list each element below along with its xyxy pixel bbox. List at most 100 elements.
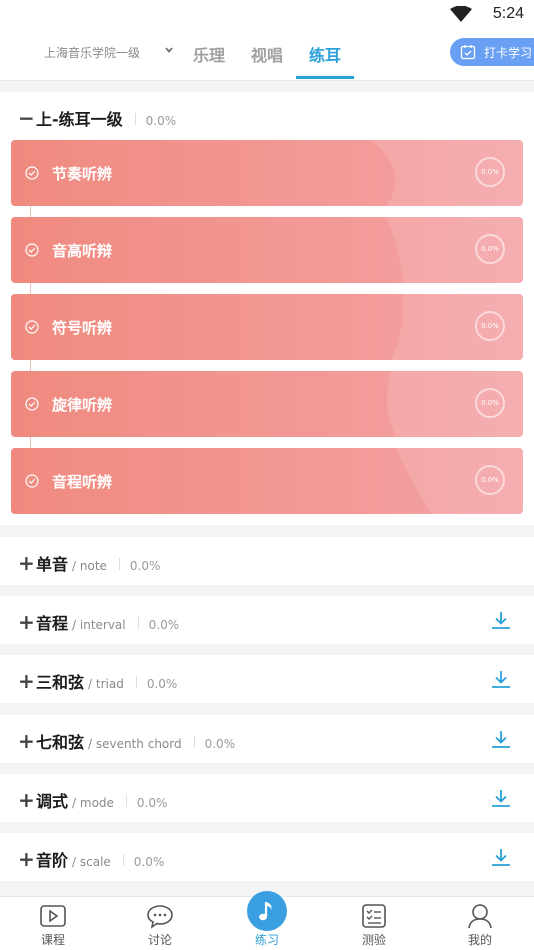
practice-fab [247, 891, 287, 931]
section-card-triad[interactable]: + 三和弦 / triad 0.0% [0, 655, 534, 703]
check-circle-icon [25, 243, 39, 257]
check-circle-icon [25, 166, 39, 180]
section-subtitle: / note [72, 559, 107, 573]
nav-label: 练习 [254, 933, 279, 947]
section-subtitle: / scale [72, 855, 111, 869]
section-card-mode[interactable]: + 调式 / mode 0.0% [0, 774, 534, 822]
item-label: 音高听辩 [52, 242, 113, 260]
section-header[interactable]: + 单音 / note 0.0% [18, 551, 160, 575]
wifi-icon [450, 6, 472, 22]
item-label: 节奏听辨 [52, 165, 113, 183]
section-subtitle: / interval [72, 618, 126, 632]
divider [122, 854, 124, 866]
section-header[interactable]: + 音程 / interval 0.0% [18, 610, 179, 634]
user-icon [468, 904, 492, 929]
section-header[interactable]: + 调式 / mode 0.0% [18, 788, 167, 812]
section-subtitle: / triad [88, 677, 124, 691]
section-subtitle: / seventh chord [88, 737, 182, 751]
section-percent: 0.0% [146, 677, 178, 691]
section-percent: 0.0% [204, 737, 236, 751]
exercise-item-pitch[interactable]: 音高听辩 0.0% [11, 217, 523, 283]
section-percent: 0.0% [133, 855, 165, 869]
school-selector[interactable]: 上海音乐学院一级 [44, 44, 140, 61]
divider [193, 736, 195, 748]
section-card-interval[interactable]: + 音程 / interval 0.0% [0, 596, 534, 644]
divider [135, 676, 137, 688]
section-card-seventh-chord[interactable]: + 七和弦 / seventh chord 0.0% [0, 715, 534, 763]
status-time: 5:24 [492, 5, 524, 22]
section-title: 单音 [36, 555, 69, 574]
nav-label: 讨论 [147, 933, 172, 947]
top-header: 上海音乐学院一级 乐理 视唱 练耳 打卡学习 [0, 28, 534, 81]
progress-ring: 0.0% [475, 157, 505, 187]
check-circle-icon [25, 320, 39, 334]
download-icon[interactable] [490, 846, 512, 868]
exercise-item-interval[interactable]: 音程听辨 0.0% [11, 448, 523, 514]
section-header[interactable]: − 上-练耳一级 0.0% [18, 106, 176, 130]
section-card-note[interactable]: + 单音 / note 0.0% [0, 537, 534, 585]
exercise-item-rhythm[interactable]: 节奏听辨 0.0% [11, 140, 523, 206]
section-title: 三和弦 [36, 673, 85, 692]
section-card-scale[interactable]: + 音阶 / scale 0.0% [0, 833, 534, 881]
chevron-down-icon[interactable] [163, 44, 175, 56]
check-circle-icon [25, 397, 39, 411]
expand-icon[interactable]: + [18, 669, 35, 693]
section-percent: 0.0% [148, 618, 180, 632]
status-bar: 5:24 [0, 0, 534, 28]
expand-icon[interactable]: + [18, 729, 35, 753]
progress-ring: 0.0% [475, 388, 505, 418]
divider [118, 558, 120, 570]
section-title: 调式 [36, 792, 69, 811]
exercise-item-melody[interactable]: 旋律听辨 0.0% [11, 371, 523, 437]
tab-ear-training[interactable]: 练耳 [309, 42, 341, 66]
active-tab-indicator [296, 76, 354, 79]
nav-practice[interactable]: 练习 [237, 891, 297, 950]
collapse-icon[interactable]: − [18, 106, 35, 130]
section-header[interactable]: + 三和弦 / triad 0.0% [18, 669, 177, 693]
section-title: 上-练耳一级 [36, 110, 123, 129]
download-icon[interactable] [490, 609, 512, 631]
exercise-item-symbol[interactable]: 符号听辨 0.0% [11, 294, 523, 360]
play-video-icon [40, 905, 66, 927]
section-percent: 0.0% [136, 796, 168, 810]
section-title: 音阶 [36, 851, 69, 870]
item-label: 符号听辨 [52, 319, 113, 337]
item-label: 音程听辨 [52, 473, 113, 491]
nav-courses[interactable]: 课程 [23, 897, 83, 950]
progress-ring: 0.0% [475, 311, 505, 341]
section-header[interactable]: + 音阶 / scale 0.0% [18, 847, 164, 871]
music-note-icon [259, 902, 272, 921]
calendar-check-icon [460, 45, 476, 60]
checkin-button[interactable]: 打卡学习 [450, 38, 534, 66]
section-header[interactable]: + 七和弦 / seventh chord 0.0% [18, 729, 235, 753]
nav-discussion[interactable]: 讨论 [130, 897, 190, 950]
divider [137, 617, 139, 629]
expand-icon[interactable]: + [18, 551, 35, 575]
progress-ring: 0.0% [475, 465, 505, 495]
expanded-section-card: − 上-练耳一级 0.0% 节奏听辨 0.0% 音高听辩 0.0% 符号听辨 0… [0, 92, 534, 525]
section-percent: 0.0% [145, 114, 177, 128]
section-percent: 0.0% [129, 559, 161, 573]
expand-icon[interactable]: + [18, 610, 35, 634]
section-title: 七和弦 [36, 733, 85, 752]
divider [134, 113, 136, 125]
check-circle-icon [25, 474, 39, 488]
content-area[interactable]: − 上-练耳一级 0.0% 节奏听辨 0.0% 音高听辩 0.0% 符号听辨 0… [0, 80, 534, 896]
bottom-nav: 课程 讨论 练习 测验 我的 [0, 891, 534, 950]
download-icon[interactable] [490, 668, 512, 690]
expand-icon[interactable]: + [18, 847, 35, 871]
checklist-icon [362, 904, 386, 928]
section-title: 音程 [36, 614, 69, 633]
nav-label: 课程 [40, 933, 65, 947]
nav-profile[interactable]: 我的 [450, 897, 510, 950]
tab-music-theory[interactable]: 乐理 [193, 42, 225, 66]
checkin-label: 打卡学习 [484, 46, 533, 60]
expand-icon[interactable]: + [18, 788, 35, 812]
download-icon[interactable] [490, 787, 512, 809]
download-icon[interactable] [490, 728, 512, 750]
nav-quiz[interactable]: 测验 [344, 897, 404, 950]
chat-bubble-icon [147, 905, 173, 929]
tab-sight-singing[interactable]: 视唱 [251, 42, 283, 66]
nav-label: 我的 [467, 933, 492, 947]
item-label: 旋律听辨 [52, 396, 113, 414]
